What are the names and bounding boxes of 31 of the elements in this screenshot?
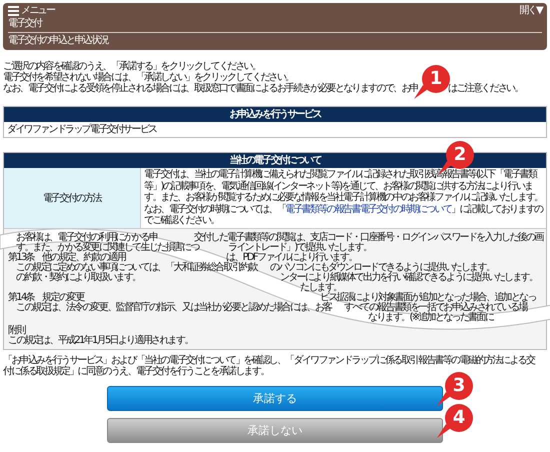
terms-text: たします。	[300, 282, 342, 292]
accept-button[interactable]: 承諾する	[107, 386, 443, 410]
table-cell: ダイワファンドラップ電子交付サービス	[7, 124, 156, 135]
menu-label[interactable]: メニュー	[21, 5, 54, 17]
intro-text: 電子交付を希望されない場合には、「承諾しない」をクリックしてください。	[3, 72, 294, 83]
row-label: 電子交付の方法	[4, 168, 141, 228]
terms-text: この規定は、法令の変更、監督官庁の指示、又は当社が必要と認めた場合には、お客	[15, 302, 332, 312]
terms-text: 交付した電子書類等の閲覧は、支店コード・口座番号・ログインパスワードを入力した後の画	[194, 232, 543, 242]
menu-icon[interactable]	[8, 6, 19, 16]
terms-text: のパソコンにもダウンロードできるように提供いたします。	[270, 262, 494, 272]
intro-text: はご注意ください。	[448, 83, 523, 94]
terms-text: す。また、かかる変更に関連して生じた損害につ	[16, 242, 199, 252]
appendix-text: この規定は、平成21年1月5日より適用されます。	[8, 336, 194, 346]
table-header: お申込みを行うサービス	[4, 107, 546, 122]
terms-text: なります。(※追加となった書面に	[368, 312, 494, 322]
terms-text: お客様は、電子交付の利用にかかる申	[15, 232, 158, 242]
open-toggle[interactable]: 開く▼	[519, 5, 542, 17]
terms-text: ンターにより紙媒体で出力を行い確認できるように提供いたします。	[280, 272, 538, 282]
page-subtitle: 電子交付の申込と申込状況	[8, 34, 110, 48]
intro-text: ご選択の内容を確認のうえ、「承諾する」をクリックしてください。	[3, 61, 260, 72]
timing-link[interactable]: 電子書類等の報告書電子交付の時期について	[285, 204, 452, 214]
terms-text: は、PDFファイルにより行います。	[226, 252, 357, 262]
menu-title: 電子交付	[8, 17, 542, 33]
terms-text: の約款・契約により取扱います。	[15, 272, 141, 282]
appendix-title: 附則	[8, 326, 26, 336]
terms-text: ビス拡張により対象書面が追加となった場合、追加となっ	[320, 292, 536, 302]
terms-text: すべての報告書類を一括でお申込みされている場	[344, 302, 527, 312]
terms-text: ライントレード」)で提供いたします。	[228, 242, 372, 252]
article-heading: 第14条 規定の変更	[8, 292, 84, 302]
article-heading: 第13条 他の規定、約款の適用	[8, 252, 126, 262]
terms-text: この規定に定めのない事項については、「大和証券総合取引約款	[15, 262, 257, 272]
